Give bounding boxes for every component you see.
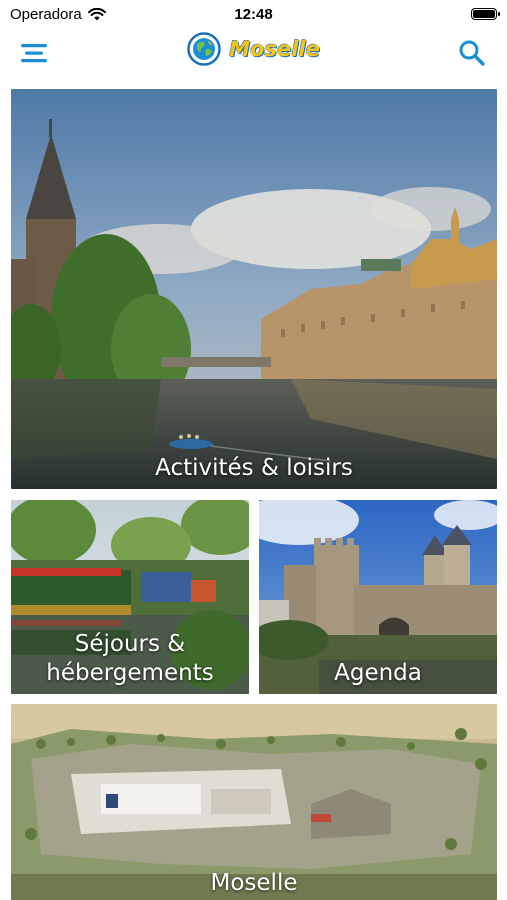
status-left: Operadora	[10, 6, 106, 23]
brand: Moselle	[0, 32, 507, 66]
status-bar: Operadora 12:48	[0, 0, 507, 28]
wifi-icon	[87, 7, 106, 20]
search-icon	[459, 40, 485, 66]
carrier-name: Operadora	[10, 5, 82, 23]
battery-icon	[471, 8, 500, 20]
tile-activites-loisirs[interactable]: Activités & loisirs	[11, 89, 497, 489]
app-title: Moselle	[229, 37, 320, 61]
tile-label: Activités & loisirs	[155, 455, 353, 481]
tile-agenda[interactable]: Agenda	[259, 500, 497, 694]
search-button[interactable]	[457, 38, 487, 68]
tile-label: Agenda	[334, 660, 422, 686]
tile-sejours-hebergements[interactable]: Séjours & hébergements	[11, 500, 249, 694]
globe-logo-icon	[187, 32, 221, 66]
nav-bar: Moselle	[0, 28, 507, 78]
tile-label: Séjours & hébergements	[46, 631, 214, 686]
river-city-photo	[11, 89, 497, 489]
tile-moselle[interactable]: Moselle	[11, 704, 497, 900]
tile-label: Moselle	[210, 870, 298, 896]
